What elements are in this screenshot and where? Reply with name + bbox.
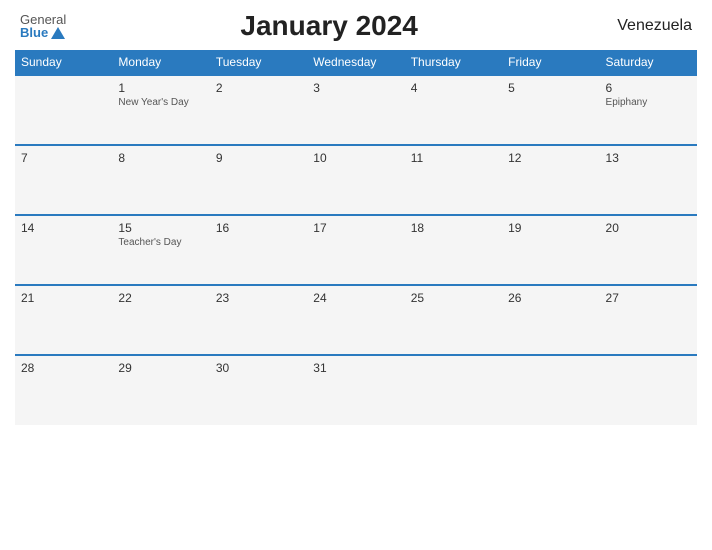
header-wednesday: Wednesday [307,50,404,75]
header-monday: Monday [112,50,209,75]
day-number: 3 [313,81,398,95]
day-number: 13 [606,151,691,165]
day-number: 12 [508,151,593,165]
day-number: 4 [411,81,496,95]
calendar-cell: 14 [15,215,112,285]
day-number: 28 [21,361,106,375]
day-number: 22 [118,291,203,305]
logo: General Blue [20,13,66,39]
calendar-cell: 27 [600,285,697,355]
day-number: 19 [508,221,593,235]
page: General Blue January 2024 Venezuela Sund… [0,0,712,550]
holiday-name: Epiphany [606,97,691,108]
calendar-cell [600,355,697,425]
day-number: 11 [411,151,496,165]
calendar-cell: 28 [15,355,112,425]
calendar-cell: 18 [405,215,502,285]
calendar-cell: 22 [112,285,209,355]
calendar-cell: 21 [15,285,112,355]
calendar-cell: 7 [15,145,112,215]
calendar-cell: 20 [600,215,697,285]
calendar-cell: 26 [502,285,599,355]
calendar-cell: 1 New Year's Day [112,75,209,145]
holiday-name: Teacher's Day [118,237,203,248]
day-number: 17 [313,221,398,235]
calendar-cell [502,355,599,425]
day-number: 29 [118,361,203,375]
header-sunday: Sunday [15,50,112,75]
calendar-cell: 23 [210,285,307,355]
weekday-header-row: Sunday Monday Tuesday Wednesday Thursday… [15,50,697,75]
calendar-table: Sunday Monday Tuesday Wednesday Thursday… [15,50,697,425]
calendar-cell [405,355,502,425]
day-number: 8 [118,151,203,165]
day-number: 7 [21,151,106,165]
logo-blue-text: Blue [20,26,65,39]
calendar-cell: 9 [210,145,307,215]
calendar-cell: 6 Epiphany [600,75,697,145]
day-number: 15 [118,221,203,235]
header: General Blue January 2024 Venezuela [15,10,697,42]
day-number: 26 [508,291,593,305]
calendar-cell: 16 [210,215,307,285]
day-number: 6 [606,81,691,95]
day-number: 24 [313,291,398,305]
calendar-cell: 15 Teacher's Day [112,215,209,285]
day-number: 30 [216,361,301,375]
day-number: 9 [216,151,301,165]
day-number: 5 [508,81,593,95]
holiday-name: New Year's Day [118,97,203,108]
calendar-cell: 25 [405,285,502,355]
day-number: 21 [21,291,106,305]
calendar-cell: 8 [112,145,209,215]
calendar-cell: 2 [210,75,307,145]
calendar-cell: 10 [307,145,404,215]
header-thursday: Thursday [405,50,502,75]
calendar-cell: 19 [502,215,599,285]
logo-triangle-icon [51,27,65,39]
country-label: Venezuela [592,17,692,35]
day-number: 25 [411,291,496,305]
calendar-week-row: 14 15 Teacher's Day 16 17 18 19 20 [15,215,697,285]
calendar-cell: 5 [502,75,599,145]
day-number: 2 [216,81,301,95]
day-number: 27 [606,291,691,305]
calendar-cell: 4 [405,75,502,145]
calendar-cell: 30 [210,355,307,425]
calendar-title: January 2024 [66,10,592,42]
day-number: 20 [606,221,691,235]
calendar-week-row: 789 10 11 12 13 [15,145,697,215]
calendar-cell: 24 [307,285,404,355]
header-saturday: Saturday [600,50,697,75]
day-number: 31 [313,361,398,375]
calendar-cell: 11 [405,145,502,215]
calendar-week-row: 1 New Year's Day 23456 Epiphany [15,75,697,145]
calendar-cell: 31 [307,355,404,425]
day-number: 16 [216,221,301,235]
day-number: 23 [216,291,301,305]
calendar-cell: 13 [600,145,697,215]
calendar-cell [15,75,112,145]
header-tuesday: Tuesday [210,50,307,75]
day-number: 14 [21,221,106,235]
calendar-week-row: 21 22 23 24 25 26 27 [15,285,697,355]
calendar-cell: 12 [502,145,599,215]
calendar-cell: 17 [307,215,404,285]
calendar-cell: 29 [112,355,209,425]
day-number: 10 [313,151,398,165]
header-friday: Friday [502,50,599,75]
calendar-cell: 3 [307,75,404,145]
calendar-week-row: 28 29 30 31 [15,355,697,425]
day-number: 18 [411,221,496,235]
day-number: 1 [118,81,203,95]
